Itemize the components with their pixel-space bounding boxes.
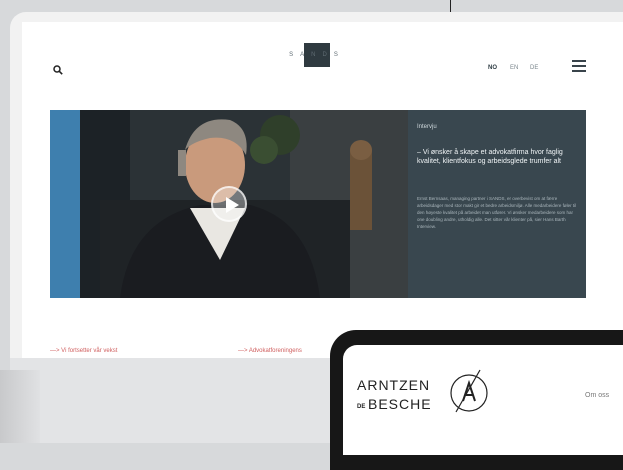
interview-panel: Intervju – Vi ønsker å skape et advokatf… bbox=[408, 110, 586, 298]
language-no[interactable]: NO bbox=[488, 65, 497, 71]
interview-tag: Intervju bbox=[417, 124, 437, 130]
brand-prefix: DE bbox=[357, 404, 366, 410]
hamburger-menu-icon[interactable] bbox=[572, 60, 586, 72]
language-en[interactable]: EN bbox=[510, 65, 518, 71]
interview-quote: – Vi ønsker å skape et advokatfirma hvor… bbox=[417, 149, 563, 165]
interview-body: Ernst Bernsaas, managing partner i SANDS… bbox=[417, 196, 577, 229]
play-icon[interactable] bbox=[211, 186, 247, 222]
language-de[interactable]: DE bbox=[530, 65, 538, 71]
logo-text: SANDS bbox=[289, 52, 345, 58]
search-icon[interactable] bbox=[53, 65, 63, 75]
brand-name-line1: ARNTZEN bbox=[357, 377, 431, 393]
brand-name-line2: BESCHE bbox=[368, 396, 432, 412]
nav-about[interactable]: Om oss bbox=[585, 392, 609, 399]
news-link-advokat[interactable]: —> Advokatforeningens bbox=[238, 348, 302, 354]
news-link-growth[interactable]: —> Vi fortsetter vår vekst bbox=[50, 348, 117, 354]
bezel-shadow bbox=[0, 370, 40, 443]
sands-logo[interactable]: SANDS bbox=[286, 43, 348, 67]
brand-logo-icon[interactable] bbox=[446, 368, 492, 414]
